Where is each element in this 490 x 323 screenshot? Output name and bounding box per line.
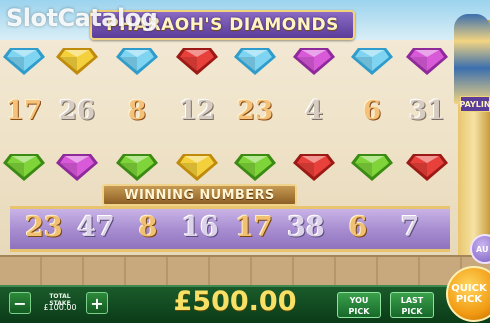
winning-number: 17 [235,212,273,243]
board-number: 17 [5,96,43,126]
winning-number: 16 [181,212,219,243]
game-stage: PAYLIN SlotCatalog PHARAOH'S DIAMONDS 17… [0,0,490,323]
green-diamond-icon [351,154,393,181]
green-diamond-icon [3,154,45,181]
board-number: 12 [178,96,216,126]
board-number: 26 [58,96,96,126]
winning-number: 8 [138,212,158,243]
winning-numbers-banner: WINNING NUMBERS [102,184,297,206]
winning-numbers-label: WINNING NUMBERS [124,187,275,203]
cyan-diamond-icon [116,48,158,75]
you-pick-button[interactable]: YOU PICK [337,292,381,318]
winning-number: 38 [287,212,325,243]
cyan-diamond-icon [3,48,45,75]
cyan-diamond-icon [351,48,393,75]
gem-row-bottom [0,148,460,184]
red-diamond-icon [176,48,218,75]
temple-steps [0,255,490,285]
number-row: 17 26 8 12 23 4 6 31 [0,96,460,132]
board-number: 23 [236,96,274,126]
green-diamond-icon [234,154,276,181]
board-number: 6 [362,96,382,126]
winning-number: 6 [348,212,368,243]
decrease-stake-button[interactable]: − [9,292,31,314]
payline-tab[interactable]: PAYLIN [459,96,490,112]
gem-row-top [0,42,460,78]
magenta-diamond-icon [56,154,98,181]
winning-number: 23 [25,212,63,243]
board-number: 31 [408,96,446,126]
magenta-diamond-icon [406,48,448,75]
reel-area: 17 26 8 12 23 4 6 31 [0,42,460,192]
yellow-diamond-icon [56,48,98,75]
total-stake-value: £100.00 [43,303,77,312]
green-diamond-icon [116,154,158,181]
increase-stake-button[interactable]: + [86,292,108,314]
watermark-logo: SlotCatalog [6,4,158,32]
cyan-diamond-icon [234,48,276,75]
red-diamond-icon [406,154,448,181]
board-number: 4 [304,96,324,126]
winning-number: 7 [400,212,420,243]
yellow-diamond-icon [176,154,218,181]
last-pick-button[interactable]: LAST PICK [390,292,434,318]
red-diamond-icon [293,154,335,181]
win-amount: £500.00 [173,286,297,317]
magenta-diamond-icon [293,48,335,75]
winning-numbers-strip: 23 47 8 16 17 38 6 7 [10,206,450,252]
winning-number: 47 [77,212,115,243]
board-number: 8 [127,96,147,126]
